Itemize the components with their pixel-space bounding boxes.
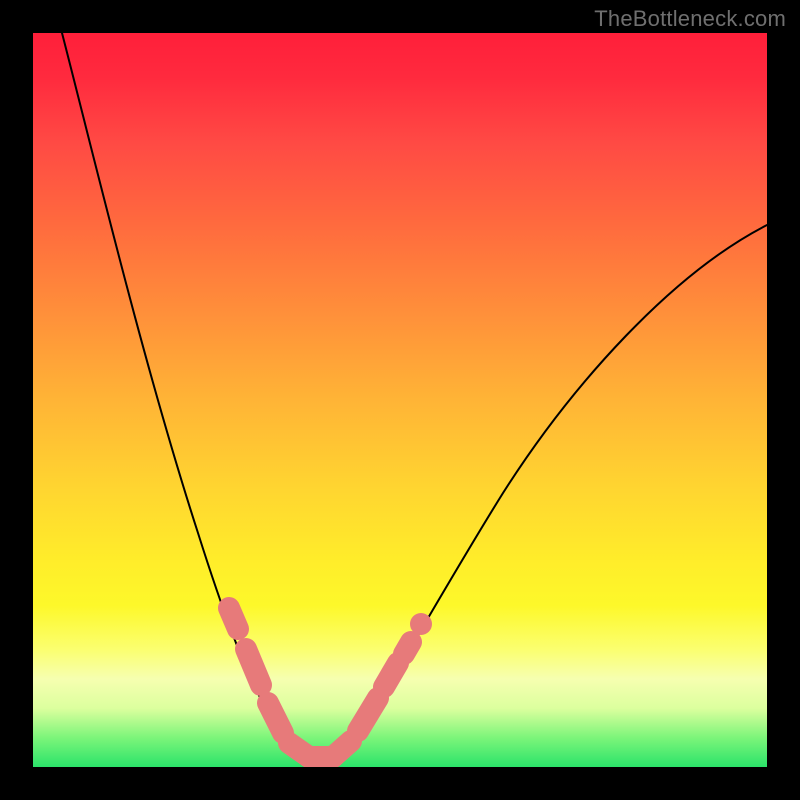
- marker-strip-right: [333, 613, 432, 757]
- chart-frame: TheBottleneck.com: [0, 0, 800, 800]
- watermark-text: TheBottleneck.com: [594, 6, 786, 32]
- chart-svg: [33, 33, 767, 767]
- marker-strip-left: [229, 608, 309, 757]
- plot-area: [33, 33, 767, 767]
